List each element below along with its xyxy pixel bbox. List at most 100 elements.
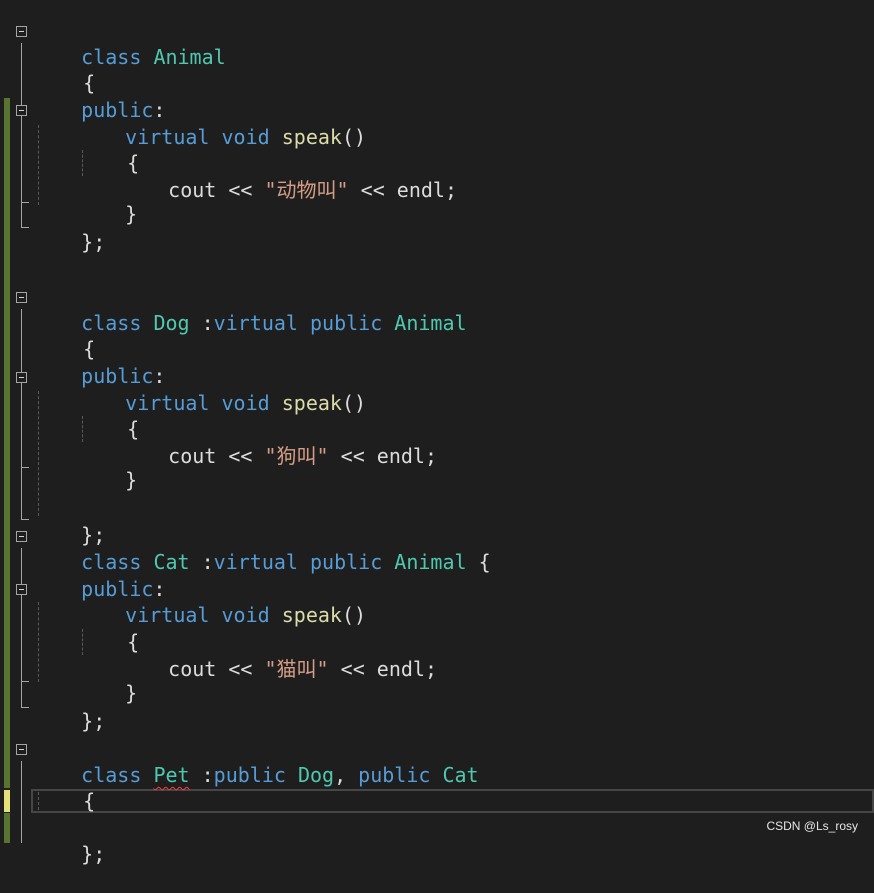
plain-token: , (334, 763, 359, 787)
plain-token: cout (168, 178, 217, 202)
collapse-icon[interactable] (16, 292, 27, 303)
code-line[interactable]: } (77, 441, 137, 492)
change-indicator-saved (4, 813, 10, 843)
code-line[interactable]: }; (33, 203, 105, 254)
collapse-icon[interactable] (16, 744, 27, 755)
plain-token: cout (168, 657, 217, 681)
change-indicator-unsaved (4, 790, 10, 812)
code-line[interactable]: virtual void speak() (77, 576, 366, 627)
outline-guide (21, 761, 22, 843)
collapse-icon[interactable] (16, 531, 27, 542)
plain-token: << (216, 444, 265, 468)
plain-token: }; (81, 709, 106, 733)
code-line[interactable]: } (77, 175, 137, 226)
code-line[interactable]: public: (33, 71, 165, 122)
plain-token: }; (81, 842, 106, 866)
outline-guide-end (21, 681, 29, 682)
plain-token: : (189, 311, 214, 335)
code-line[interactable]: { (79, 390, 139, 441)
outline-guide-end (21, 227, 29, 228)
keyword-token: public (310, 311, 383, 335)
plain-token: } (125, 468, 138, 492)
keyword-token: virtual (213, 311, 298, 335)
code-line[interactable]: virtual void speak() (77, 98, 366, 149)
plain-token: () (341, 603, 367, 627)
keyword-token: public (358, 763, 431, 787)
collapse-icon[interactable] (16, 105, 27, 116)
code-line[interactable]: cout << "猫叫" << endl; (120, 630, 437, 681)
outline-guide-end (21, 202, 29, 203)
code-line[interactable]: cout << "狗叫" << endl; (120, 417, 437, 468)
plain-token: } (125, 681, 138, 705)
keyword-token: virtual (213, 550, 298, 574)
keyword-token: void (221, 603, 270, 627)
collapse-icon[interactable] (16, 372, 27, 383)
code-line[interactable]: { (79, 603, 139, 654)
plain-token: } (125, 202, 138, 226)
code-line[interactable]: class Dog :virtual public Animal (33, 284, 466, 335)
string-token: "动物叫" (264, 178, 349, 202)
plain-token: << endl; (348, 178, 457, 202)
plain-token: { (83, 789, 96, 813)
code-line[interactable]: virtual void speak() (77, 364, 366, 415)
plain-token: << endl; (328, 657, 437, 681)
type-token: Animal (394, 311, 467, 335)
collapse-icon[interactable] (16, 584, 27, 595)
plain-token: : (189, 763, 214, 787)
function-token: speak (281, 391, 342, 415)
code-line[interactable]: { (79, 124, 139, 175)
string-token: "狗叫" (264, 444, 329, 468)
code-line[interactable]: }; (33, 815, 105, 866)
plain-token: cout (168, 444, 217, 468)
code-line[interactable]: public: (33, 337, 165, 388)
code-line[interactable]: class Pet :public Dog, public Cat (33, 736, 478, 787)
string-token: "猫叫" (264, 657, 329, 681)
outline-guide-end (21, 519, 29, 520)
code-line[interactable]: { (33, 762, 95, 813)
outline-guide (21, 548, 22, 708)
collapse-icon[interactable] (16, 26, 27, 37)
code-line[interactable]: } (77, 654, 137, 705)
code-line[interactable]: public: (33, 550, 165, 601)
type-token: Cat (442, 763, 479, 787)
function-token: speak (281, 125, 342, 149)
change-indicator-saved (4, 98, 10, 788)
outline-guide (21, 122, 22, 202)
plain-token: << endl; (328, 444, 437, 468)
outline-guide-end (21, 467, 29, 468)
type-token: Animal (394, 550, 467, 574)
code-line[interactable]: }; (33, 496, 105, 547)
outline-guide (21, 309, 22, 520)
plain-token: << (216, 178, 265, 202)
code-line[interactable]: class Animal (33, 18, 226, 69)
plain-token: }; (81, 230, 106, 254)
plain-token: { (466, 550, 491, 574)
code-line[interactable]: class Cat :virtual public Animal { (33, 523, 490, 574)
plain-token: () (341, 391, 367, 415)
code-line[interactable]: }; (33, 682, 105, 733)
code-line[interactable]: { (33, 44, 95, 95)
type-token: Dog (153, 311, 190, 335)
keyword-token: void (221, 391, 270, 415)
error-squiggle-token[interactable]: Pet (153, 763, 189, 787)
current-line-highlight (31, 789, 874, 813)
watermark: CSDN @Ls_rosy (766, 819, 858, 833)
code-line[interactable]: cout << "动物叫" << endl; (120, 151, 457, 202)
type-token: Dog (297, 763, 335, 787)
code-line[interactable]: { (33, 310, 95, 361)
keyword-token: void (221, 125, 270, 149)
code-editor[interactable]: class Animal { public: virtual void spea… (0, 0, 874, 866)
